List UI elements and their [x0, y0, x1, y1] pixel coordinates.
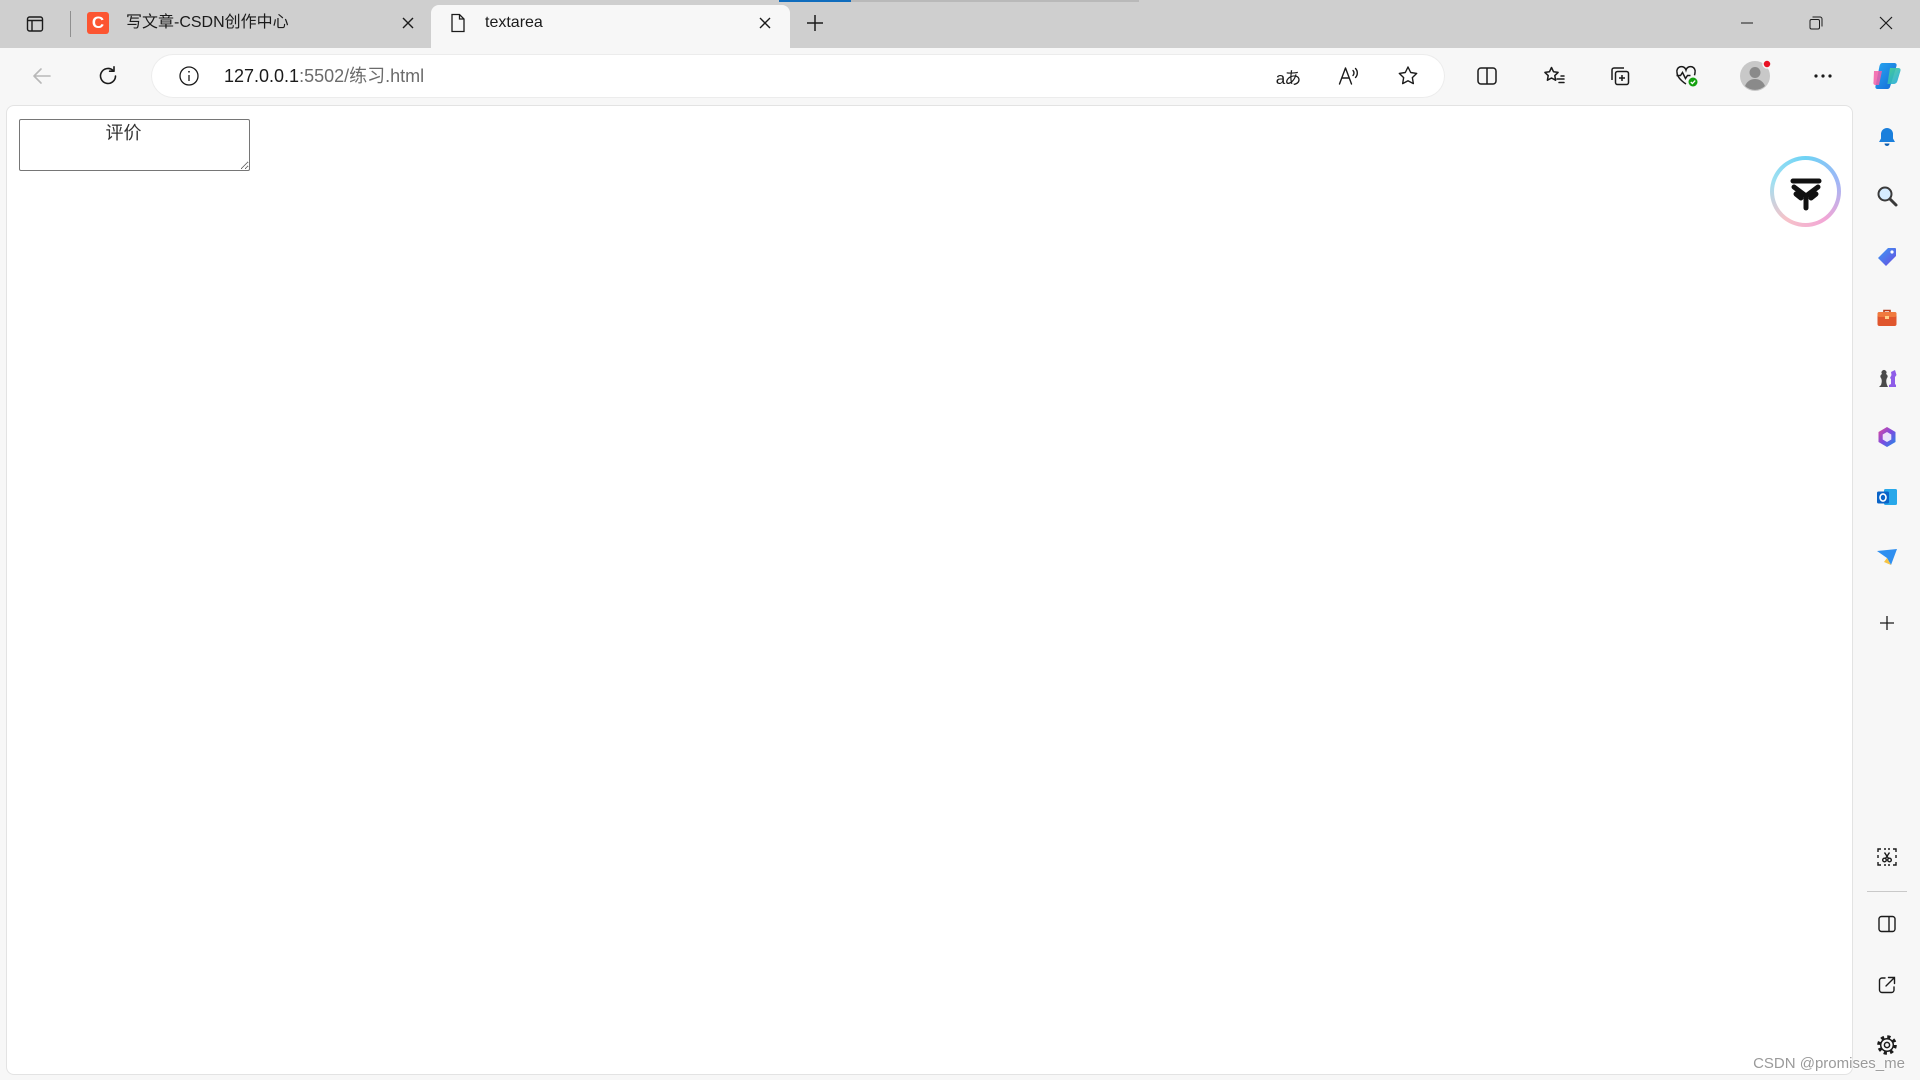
tab-actions-icon — [26, 16, 44, 32]
sidebar-tools[interactable] — [1867, 298, 1907, 338]
sidebar-microsoft-365[interactable] — [1867, 417, 1907, 457]
tools-icon — [1877, 309, 1897, 326]
add-icon — [1880, 616, 1894, 630]
watermark: CSDN @promises_me — [1753, 1055, 1905, 1072]
browser-essentials-button[interactable] — [1666, 56, 1706, 96]
plus-icon — [807, 15, 823, 31]
sidebar-search[interactable] — [1867, 176, 1907, 216]
close-window-button[interactable] — [1858, 0, 1914, 46]
review-textarea[interactable]: 评价 — [19, 119, 250, 171]
open-external-icon — [1878, 976, 1896, 994]
outlook-icon — [1877, 489, 1897, 505]
sidebar-add-button[interactable] — [1867, 603, 1907, 643]
sidebar-divider — [1867, 891, 1907, 892]
tab-separator — [70, 11, 71, 37]
back-button[interactable] — [22, 56, 62, 96]
page-viewport: 评价 — [6, 105, 1853, 1075]
url-path: :5502/练习.html — [299, 66, 425, 86]
favorites-icon — [1544, 66, 1565, 84]
sidebar-games[interactable] — [1867, 358, 1907, 398]
screenshot-icon — [1877, 848, 1897, 866]
floating-extension-inner — [1774, 160, 1837, 223]
more-icon — [1814, 74, 1832, 78]
url-text[interactable]: 127.0.0.1:5502/练习.html — [224, 54, 424, 98]
close-icon — [1879, 16, 1893, 30]
url-host: 127.0.0.1 — [224, 66, 300, 86]
extension-assistant-icon — [1790, 178, 1821, 210]
browser-essentials-icon — [1676, 65, 1698, 87]
restore-button[interactable] — [1788, 0, 1844, 46]
tab-actions-button[interactable] — [15, 4, 55, 44]
close-icon — [759, 17, 771, 29]
translate-icon: aあ — [1275, 68, 1301, 88]
games-icon — [1879, 370, 1897, 387]
translate-button[interactable]: aあ — [1268, 56, 1308, 96]
minimize-button[interactable] — [1719, 0, 1775, 46]
tab-textarea[interactable]: textarea — [431, 5, 790, 48]
refresh-button[interactable] — [88, 56, 128, 96]
profile-avatar-icon — [1740, 59, 1772, 91]
copilot-icon — [1873, 63, 1901, 89]
favorites-button[interactable] — [1534, 56, 1574, 96]
loading-track — [851, 0, 1139, 2]
split-screen-button[interactable] — [1467, 56, 1507, 96]
site-info-button[interactable] — [169, 56, 209, 96]
drop-icon — [1877, 549, 1897, 565]
tab-title: 写文章-CSDN创作中心 — [126, 14, 289, 31]
read-aloud-icon — [1338, 67, 1358, 85]
more-button[interactable] — [1803, 56, 1843, 96]
sidebar-screenshot[interactable] — [1867, 837, 1907, 877]
csdn-logo-icon: C — [87, 12, 109, 34]
floating-extension-button[interactable] — [1770, 156, 1841, 227]
back-arrow-icon — [33, 68, 51, 84]
copilot-button[interactable] — [1867, 56, 1907, 96]
close-icon — [402, 17, 414, 29]
loading-indicator — [779, 0, 851, 2]
tab-close-button[interactable] — [753, 11, 777, 35]
read-aloud-button[interactable] — [1328, 56, 1368, 96]
refresh-icon — [99, 66, 117, 85]
tab-close-button[interactable] — [396, 11, 420, 35]
hide-sidebar-button[interactable] — [1867, 904, 1907, 944]
collections-button[interactable] — [1600, 56, 1640, 96]
sidebar-notifications[interactable] — [1867, 117, 1907, 157]
shopping-tag-icon — [1878, 248, 1896, 266]
microsoft-365-icon — [1878, 427, 1896, 447]
tab-csdn[interactable]: C 写文章-CSDN创作中心 — [73, 5, 428, 48]
sidebar-outlook[interactable] — [1867, 477, 1907, 517]
hide-sidebar-icon — [1878, 915, 1896, 933]
tab-title: textarea — [485, 14, 543, 31]
profile-button[interactable] — [1735, 56, 1775, 96]
minimize-icon — [1741, 22, 1753, 24]
add-favorite-button[interactable] — [1388, 56, 1428, 96]
sidebar-shopping[interactable] — [1867, 237, 1907, 277]
split-screen-icon — [1477, 67, 1497, 85]
new-tab-button[interactable] — [795, 3, 835, 43]
open-external-button[interactable] — [1867, 965, 1907, 1005]
favorite-star-icon — [1398, 66, 1418, 85]
collections-icon — [1611, 67, 1630, 86]
search-icon — [1877, 186, 1898, 207]
bell-icon — [1879, 128, 1895, 146]
document-icon — [449, 13, 467, 38]
sidebar-drop[interactable] — [1867, 537, 1907, 577]
settings-gear-icon — [1877, 1035, 1897, 1055]
info-icon — [179, 66, 199, 86]
restore-icon — [1809, 16, 1823, 30]
